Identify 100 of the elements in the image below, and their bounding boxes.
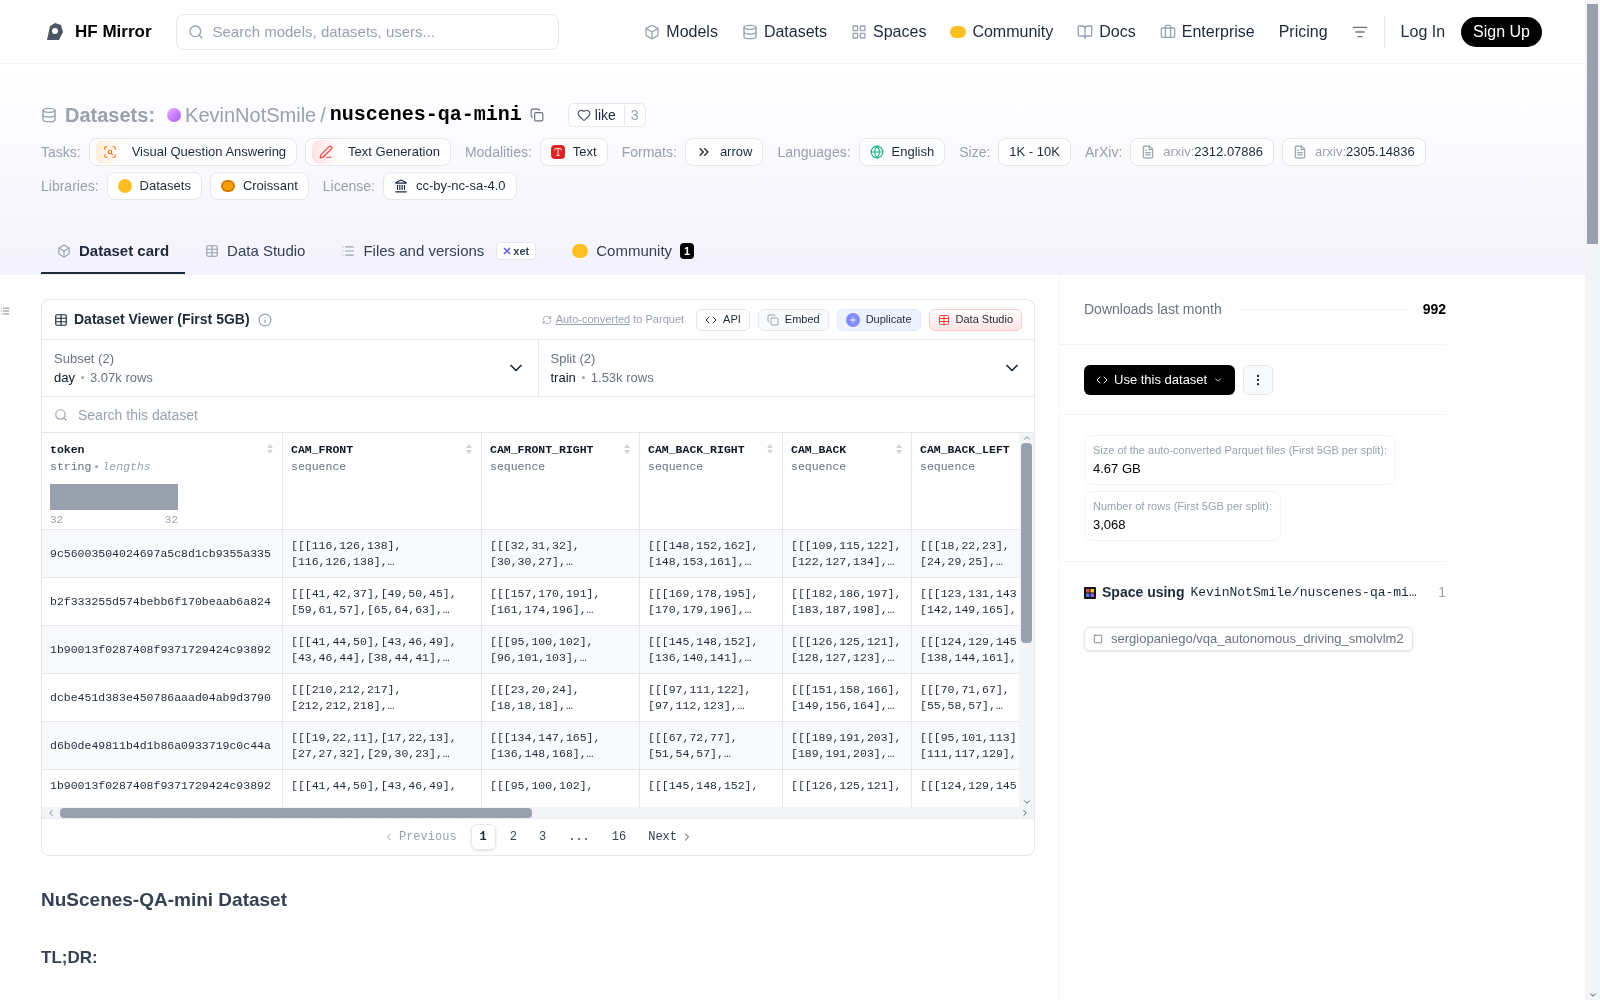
table-cell-text: [[[210,212,217], [212,212,218],… [291,682,403,714]
copy-icon[interactable] [529,108,544,122]
table-cell-text: [[[134,147,165], [136,148,168],… [490,730,602,762]
cube-icon [57,244,71,258]
stat-label: Size of the auto-converted Parquet files (First 5GB per split): [1093,443,1388,458]
space-chip[interactable]: sergiopaniego/vqa_autonomous_driving_smolvlm2 [1084,627,1413,651]
nav-link[interactable]: Docs [1077,19,1136,44]
repo-name[interactable]: nuscenes-qa-mini [329,100,522,130]
tag-chip[interactable]: Text Generation [305,138,451,166]
table-cell-text: [[[157,170,191], [161,174,196],… [490,586,602,618]
pagination-link[interactable]: Next [640,824,701,850]
tag-chip[interactable]: arxiv:2312.07886 [1130,138,1275,166]
grid-icon [1084,586,1096,599]
viewer-action-button[interactable]: Data Studio [928,308,1022,331]
select-label: Subset (2) [54,349,115,368]
search-field[interactable]: Search models, datasets, users... [175,13,559,50]
signup-button[interactable]: Sign Up [1461,16,1542,47]
login-link[interactable]: Log In [1400,19,1446,44]
column-type: sequence [920,459,976,476]
tag-chip[interactable]: Croissant [209,172,309,200]
nav-link[interactable]: Models [644,19,718,44]
tab[interactable]: Data Studio [189,230,322,274]
viewer-action-button[interactable]: Embed [757,308,829,331]
nav-link[interactable]: Spaces [851,19,927,44]
sort-icon[interactable] [895,443,903,455]
refresh-icon [541,314,552,325]
table-cell-text: [[[145,148,152], [136,140,141],… [648,634,760,666]
column-name[interactable]: CAM_BACK_LEFT [920,441,1010,459]
croissant-icon [220,180,235,192]
nav-link[interactable]: Datasets [741,19,828,44]
stat-value: 3,068 [1093,515,1127,534]
column-name[interactable]: CAM_BACK [791,441,847,459]
bank-icon [394,179,408,193]
pagination-link[interactable]: 16 [603,824,635,850]
select-value: train [550,369,576,387]
table-cell: [[[126,125,121], [791,778,903,794]
tag-chip[interactable]: arxiv:2305.14836 [1282,138,1426,166]
sort-icon[interactable] [623,443,631,455]
column-name[interactable]: CAM_FRONT_RIGHT [490,441,594,459]
tag-chip[interactable]: arrow [684,138,764,166]
column-name[interactable]: token [50,441,85,459]
tag-chip[interactable]: cc-by-nc-sa-4.0 [383,172,517,200]
column-name[interactable]: CAM_BACK_RIGHT [648,441,745,459]
tab[interactable]: Community 1 [556,230,711,274]
viewer-action-button[interactable]: Duplicate [836,308,921,331]
pagination-link[interactable]: 3 [531,824,555,850]
tab[interactable]: Files and versions xet [325,230,553,274]
use-dataset-button[interactable]: Use this dataset [1084,364,1236,395]
select-label: Split (2) [550,349,597,368]
document-icon [1141,145,1156,159]
readme-subheading: TL;DR: [41,946,99,969]
database-icon [41,107,57,123]
spaces-title: Space using [1102,583,1185,602]
tag-chip[interactable]: 1K - 10K [998,138,1071,166]
cube-icon [644,23,661,40]
tag-chip[interactable]: Visual Question Answering [88,138,298,166]
table-cell: dcbe451d383e450786aaad04ab9d3790 [50,689,271,706]
horizontal-scrollbar[interactable] [42,807,1034,819]
scrollbar-thumb[interactable] [60,807,532,818]
table-cell: b2f333255d574bebb6f170beaab6a824 [50,593,271,610]
scrollbar-thumb[interactable] [1021,443,1032,643]
tag-chip[interactable]: Datasets [106,172,202,200]
table-cell-text: [[[41,44,50],[43,46,49], [43,46,44],[38,44,41],… [291,634,458,666]
tab[interactable]: Dataset card [41,230,186,274]
axis-label: 32 [50,512,64,528]
select-field[interactable]: Subset (2) day 3.07k rows [42,340,539,396]
table-cell-text: [[[148,152,162], [148,153,161],… [648,538,760,570]
database-icon [741,23,758,40]
table-cell-text: [[[23,20,24], [18,18,18],… [490,682,581,714]
dot-icon [581,376,585,380]
nav-link[interactable]: Community [950,19,1054,44]
spaces-count: 1 [1438,583,1446,602]
scrollbar-thumb[interactable] [1587,4,1598,244]
axis-label: 32 [164,512,178,528]
select-field[interactable]: Split (2) train 1.53k rows [538,340,1034,396]
pagination-link[interactable]: 2 [501,824,525,850]
sort-icon[interactable] [766,443,774,455]
tag-group-label: Tasks: [41,142,81,162]
table-cell-text: [[[145,148,152], [648,778,760,794]
tag-chip[interactable]: Text [539,138,608,166]
sort-icon[interactable] [266,443,274,455]
table-cell-text: [[[32,31,32], [30,30,27],… [490,538,581,570]
like-button[interactable]: like 3 [567,103,646,127]
select-value: day [54,369,75,387]
page-scrollbar[interactable] [1585,0,1600,1000]
path-separator: / [320,103,326,128]
viewer-action-button[interactable]: API [696,308,750,331]
pagination-ellipsis[interactable]: ... [560,824,598,850]
table-cell: [[[182,186,197], [183,187,198],… [791,586,903,618]
vertical-scrollbar[interactable] [1019,433,1034,807]
row-count: 3.07k rows [89,369,153,387]
nav-link[interactable]: Enterprise [1159,19,1255,44]
nav-link[interactable]: Pricing [1278,19,1328,44]
dataset-search-field[interactable]: Search this dataset [42,397,1034,432]
pagination-link[interactable]: 1 [470,824,496,850]
more-button[interactable] [1243,364,1274,395]
column-name[interactable]: CAM_FRONT [291,441,354,459]
tag-chip[interactable]: English [858,138,946,166]
brand-name[interactable]: HF Mirror [75,18,152,45]
sort-icon[interactable] [465,443,473,455]
